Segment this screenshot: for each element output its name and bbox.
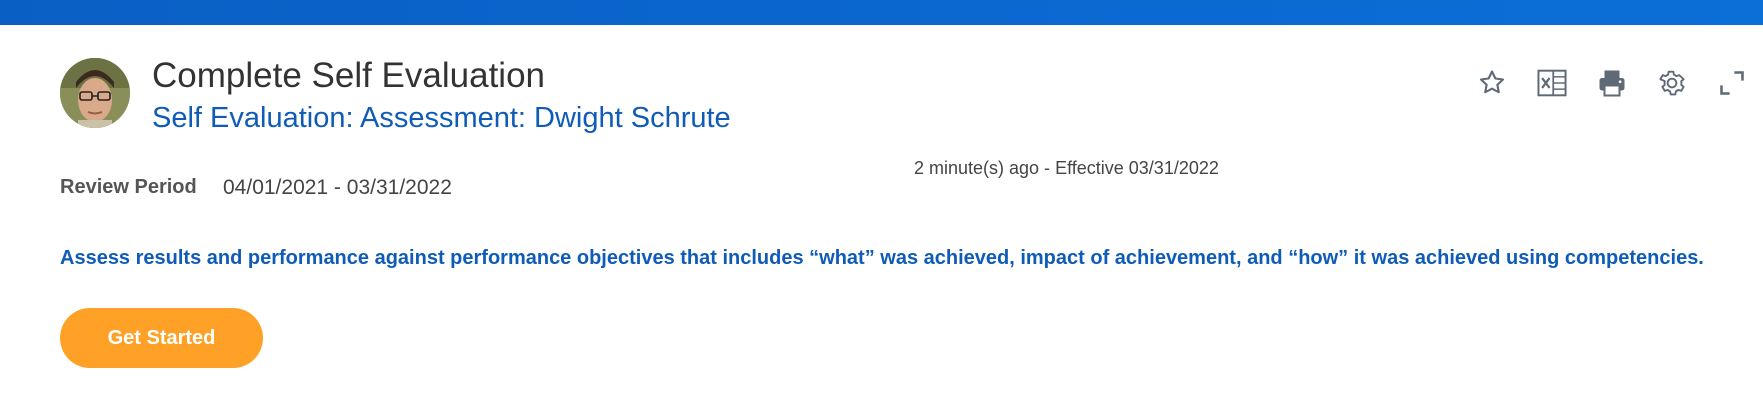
effective-date: Effective 03/31/2022 [1055,158,1219,178]
top-bar [0,0,1763,25]
get-started-button[interactable]: Get Started [60,308,263,368]
review-period-label: Review Period [60,176,197,198]
expand-button[interactable] [1702,66,1762,100]
subtitle-link[interactable]: Self Evaluation: Assessment: Dwight Schr… [152,98,731,138]
avatar [60,58,130,128]
print-icon [1599,70,1625,97]
updated-time: 2 minute(s) ago - [914,158,1051,178]
favorite-button[interactable] [1462,66,1522,100]
page-title: Complete Self Evaluation [152,56,545,95]
timestamp-meta: 2 minute(s) ago - Effective 03/31/2022 [914,158,1219,179]
gear-icon [1659,70,1685,96]
review-period-value: 04/01/2021 - 03/31/2022 [223,176,452,199]
instructions-text: Assess results and performance against p… [60,247,1704,269]
toolbar [1462,66,1762,100]
excel-export-icon [1537,69,1567,97]
star-icon [1479,70,1505,94]
print-button[interactable] [1582,66,1642,100]
settings-button[interactable] [1642,66,1702,100]
expand-icon [1720,71,1744,95]
avatar-image [60,58,130,128]
export-excel-button[interactable] [1522,66,1582,100]
